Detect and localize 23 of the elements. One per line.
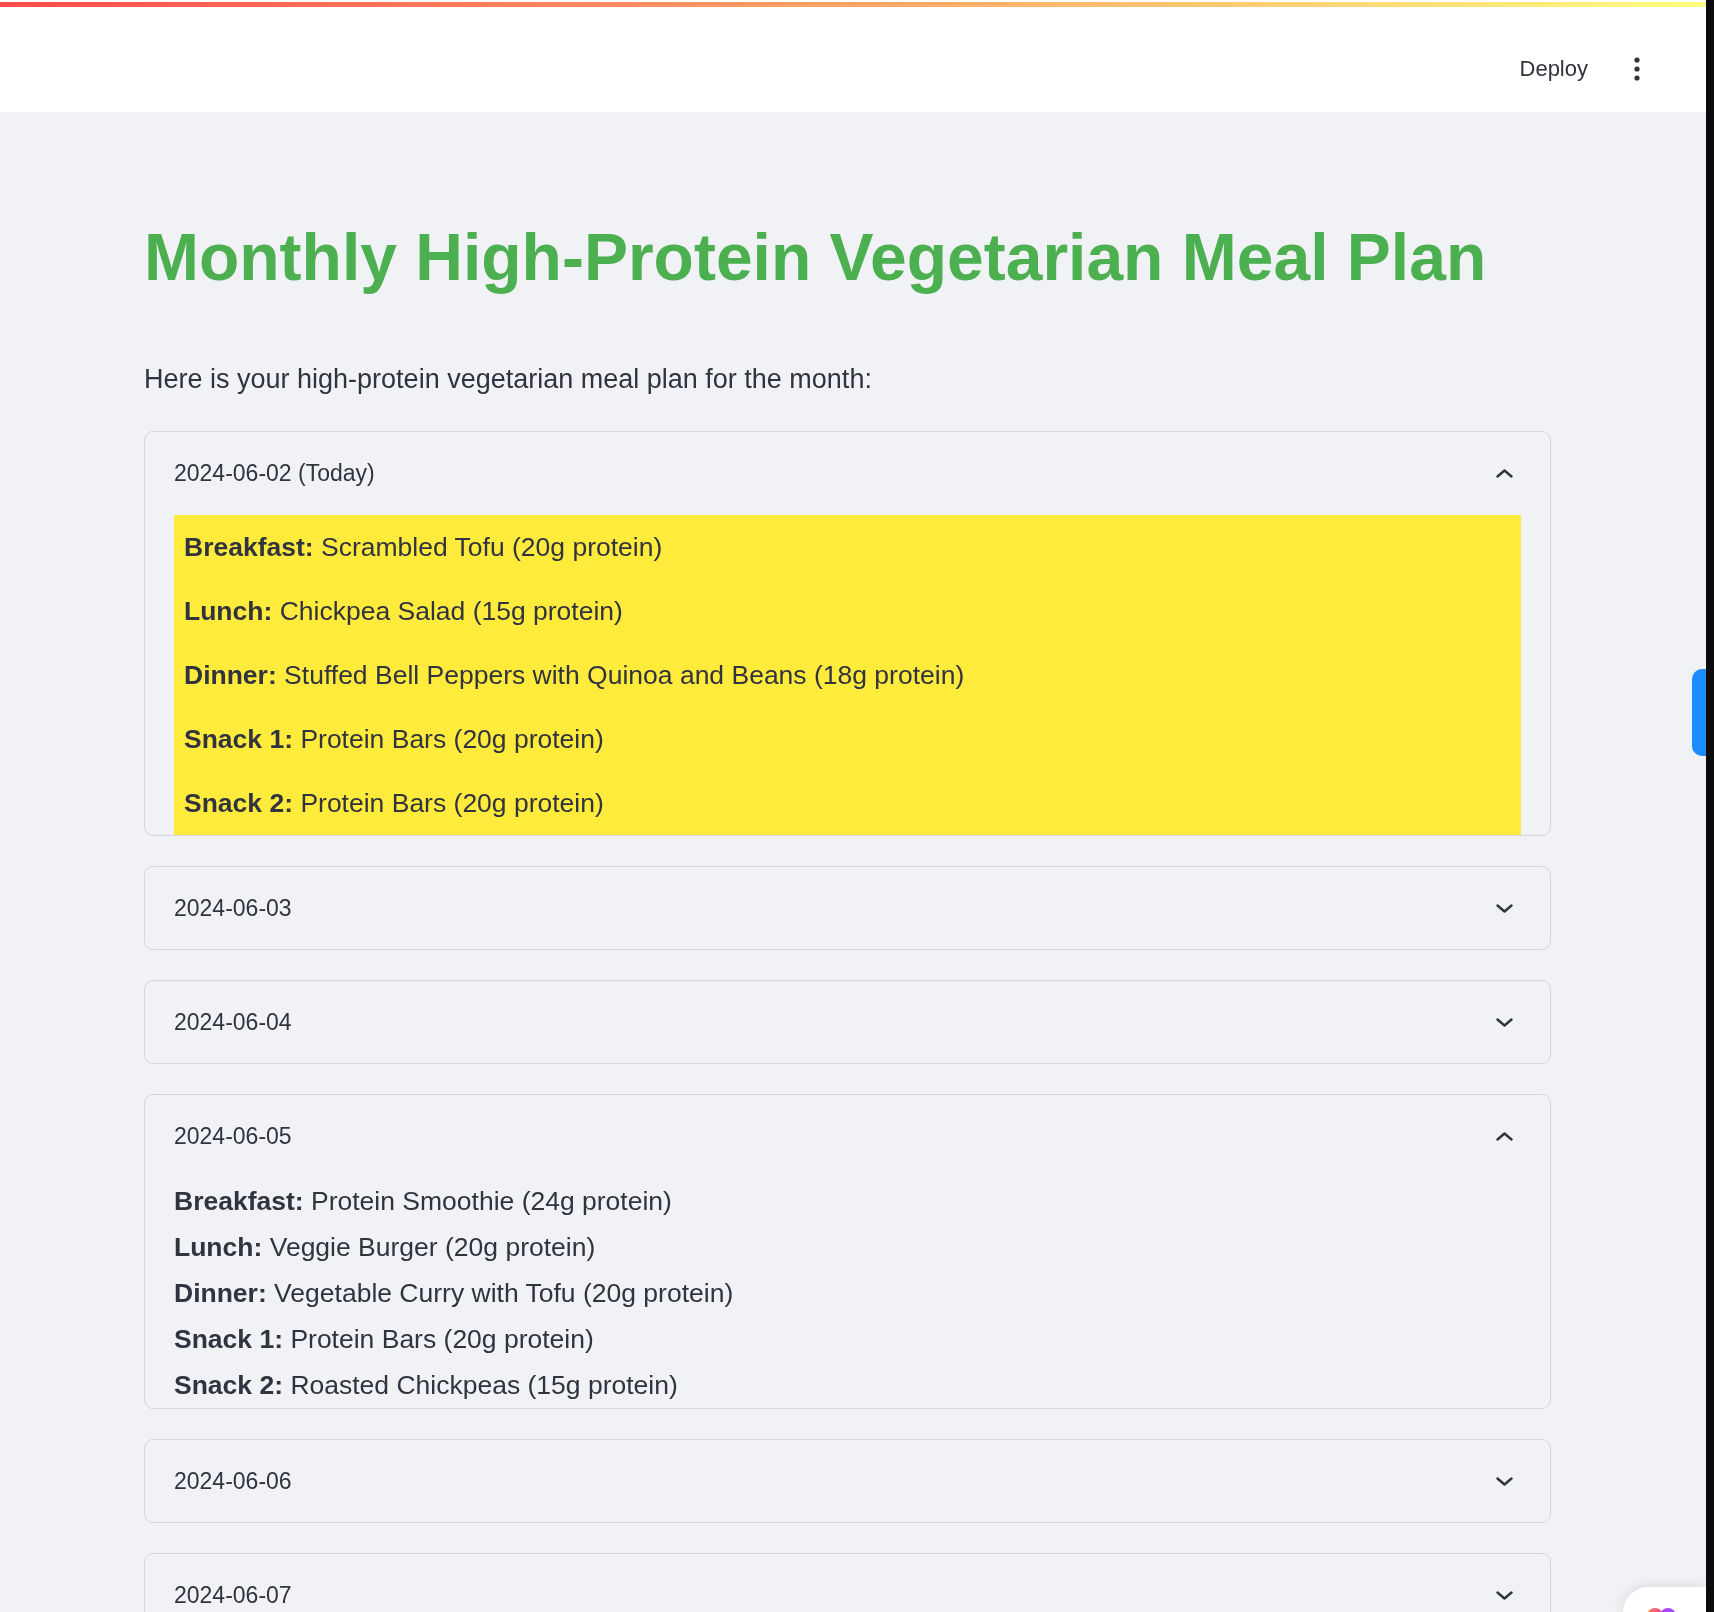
- floating-widget-button[interactable]: [1623, 1587, 1706, 1612]
- logo-icon: [1647, 1607, 1677, 1612]
- meal-entry: Lunch: Chickpea Salad (15g protein): [184, 595, 623, 628]
- meal-entry: Dinner: Stuffed Bell Peppers with Quinoa and Beans (18g protein): [184, 659, 965, 692]
- expander-toggle[interactable]: 2024-06-02 (Today): [145, 432, 1550, 514]
- side-panel-tab[interactable]: [1692, 669, 1706, 756]
- deploy-button[interactable]: Deploy: [1505, 46, 1602, 92]
- expander-toggle[interactable]: 2024-06-05: [145, 1095, 1550, 1177]
- expander-toggle[interactable]: 2024-06-06: [145, 1440, 1550, 1522]
- meal-entry: Breakfast: Scrambled Tofu (20g protein): [184, 531, 663, 564]
- expander-toggle[interactable]: 2024-06-07: [145, 1554, 1550, 1612]
- expander-toggle[interactable]: 2024-06-03: [145, 867, 1550, 949]
- meal-entry: Lunch: Veggie Burger (20g protein): [174, 1231, 596, 1264]
- page-title: Monthly High-Protein Vegetarian Meal Plan: [144, 219, 1487, 296]
- expander-toggle[interactable]: 2024-06-04: [145, 981, 1550, 1063]
- meal-entry: Snack 2: Roasted Chickpeas (15g protein): [174, 1369, 678, 1402]
- meal-entry: Dinner: Vegetable Curry with Tofu (20g protein): [174, 1277, 734, 1310]
- meal-entry: Snack 1: Protein Bars (20g protein): [184, 723, 604, 756]
- meal-entry: Snack 2: Protein Bars (20g protein): [184, 787, 604, 820]
- intro-text: Here is your high-protein vegetarian meal plan for the month:: [144, 363, 872, 396]
- kebab-menu-icon: [1634, 57, 1640, 81]
- meal-entry: Breakfast: Protein Smoothie (24g protein): [174, 1185, 672, 1218]
- meal-entry: Snack 1: Protein Bars (20g protein): [174, 1323, 594, 1356]
